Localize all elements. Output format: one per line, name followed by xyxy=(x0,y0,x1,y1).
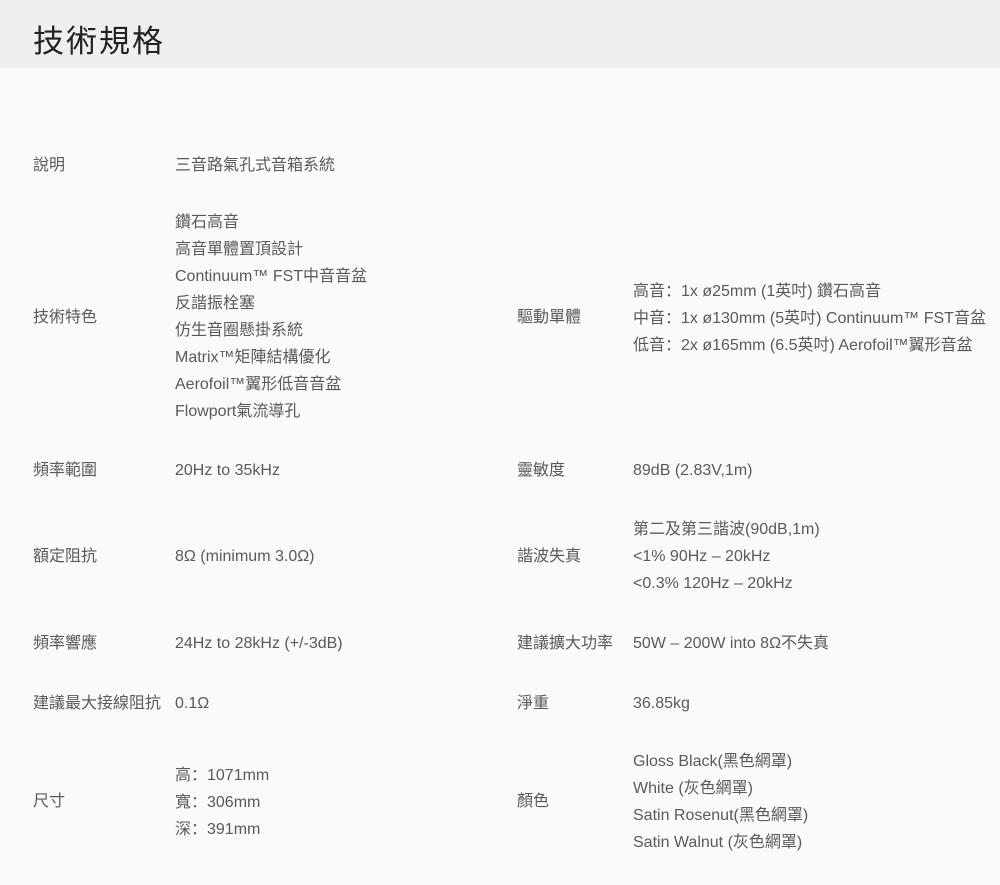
dimension-line: 寬：306mm xyxy=(175,794,261,811)
spec-value-amp-power: 50W – 200W into 8Ω不失真 xyxy=(633,635,830,652)
feature-line: 仿生音圈懸掛系統 xyxy=(175,322,304,339)
feature-line: Aerofoil™翼形低音音盆 xyxy=(175,376,342,393)
spec-label-dimensions: 尺寸 xyxy=(33,793,66,810)
spec-value-frequency-response: 24Hz to 28kHz (+/-3dB) xyxy=(175,635,343,652)
driver-line: 中音：1x ø130mm (5英吋) Continuum™ FST音盆 xyxy=(633,310,986,327)
driver-line: 低音：2x ø165mm (6.5英吋) Aerofoil™翼形音盆 xyxy=(633,337,973,354)
distortion-line: <1% 90Hz – 20kHz xyxy=(633,548,771,565)
spec-value-colors: Gloss Black(黑色網罩) White (灰色網罩) Satin Ros… xyxy=(633,748,808,856)
feature-line: 鑽石高音 xyxy=(175,214,240,231)
spec-value-cable-impedance: 0.1Ω xyxy=(175,695,210,712)
color-line: White (灰色網罩) xyxy=(633,780,754,797)
spec-value-frequency-range: 20Hz to 35kHz xyxy=(175,462,280,479)
spec-value-features: 鑽石高音 高音單體置頂設計 Continuum™ FST中音音盆 反諧振栓塞 仿… xyxy=(175,209,367,425)
spec-label-drivers: 驅動單體 xyxy=(517,309,582,326)
driver-line: 高音：1x ø25mm (1英吋) 鑽石高音 xyxy=(633,283,882,300)
spec-label-frequency-response: 頻率響應 xyxy=(33,635,98,652)
distortion-line: <0.3% 120Hz – 20kHz xyxy=(633,575,793,592)
dimension-line: 高：1071mm xyxy=(175,767,270,784)
spec-value-drivers: 高音：1x ø25mm (1英吋) 鑽石高音 中音：1x ø130mm (5英吋… xyxy=(633,278,986,359)
spec-label-impedance: 額定阻抗 xyxy=(33,548,98,565)
spec-value-description: 三音路氣孔式音箱系統 xyxy=(175,157,336,174)
spec-label-description: 說明 xyxy=(33,157,66,174)
spec-value-impedance: 8Ω (minimum 3.0Ω) xyxy=(175,548,315,565)
spec-label-features: 技術特色 xyxy=(33,309,98,326)
color-line: Satin Walnut (灰色網罩) xyxy=(633,834,803,851)
color-line: Satin Rosenut(黑色網罩) xyxy=(633,807,809,824)
spec-value-sensitivity: 89dB (2.83V,1m) xyxy=(633,462,753,479)
spec-label-weight: 淨重 xyxy=(517,695,550,712)
page-title: 技術規格 xyxy=(33,24,165,60)
header-bar: 技術規格 xyxy=(0,0,1000,68)
spec-label-cable-impedance: 建議最大接線阻抗 xyxy=(33,695,162,712)
spec-value-dimensions: 高：1071mm 寬：306mm 深：391mm xyxy=(175,762,269,843)
color-line: Gloss Black(黑色網罩) xyxy=(633,753,793,770)
feature-line: Matrix™矩陣結構優化 xyxy=(175,349,331,366)
distortion-line: 第二及第三諧波(90dB,1m) xyxy=(633,521,820,538)
spec-label-colors: 顏色 xyxy=(517,793,550,810)
dimension-line: 深：391mm xyxy=(175,821,261,838)
spec-value-weight: 36.85kg xyxy=(633,695,690,712)
spec-label-frequency-range: 頻率範圍 xyxy=(33,462,98,479)
feature-line: 高音單體置頂設計 xyxy=(175,241,304,258)
feature-line: 反諧振栓塞 xyxy=(175,295,256,312)
spec-label-sensitivity: 靈敏度 xyxy=(517,462,566,479)
feature-line: Continuum™ FST中音音盆 xyxy=(175,268,368,285)
spec-label-distortion: 諧波失真 xyxy=(517,548,582,565)
spec-label-amp-power: 建議擴大功率 xyxy=(517,635,614,652)
spec-value-distortion: 第二及第三諧波(90dB,1m) <1% 90Hz – 20kHz <0.3% … xyxy=(633,516,820,597)
feature-line: Flowport氣流導孔 xyxy=(175,403,301,420)
